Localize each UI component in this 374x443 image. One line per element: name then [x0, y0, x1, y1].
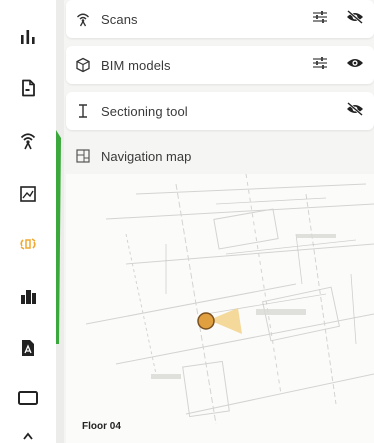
image-icon — [20, 186, 36, 202]
rectangle-icon — [18, 391, 38, 405]
bar-chart-icon — [21, 30, 35, 44]
layer-label-sectioning-tool: Sectioning tool — [101, 103, 188, 119]
filter-settings-icon[interactable] — [312, 10, 328, 29]
eye-off-icon[interactable] — [346, 9, 364, 29]
scan-signal-icon — [20, 133, 36, 150]
layer-row-sectioning-tool[interactable]: Sectioning tool — [66, 92, 374, 130]
navigation-map[interactable] — [66, 174, 374, 443]
pdf-file-icon — [22, 340, 34, 356]
layer-row-bim-models[interactable]: BIM models — [66, 46, 374, 84]
text-cursor-icon — [75, 103, 91, 119]
more-button[interactable] — [0, 428, 56, 443]
buildings-button[interactable] — [0, 278, 56, 314]
layer-label-bim-models: BIM models — [101, 57, 171, 73]
progress-indicator — [56, 130, 61, 344]
chevron-up-icon — [23, 432, 33, 440]
analytics-button[interactable] — [0, 18, 56, 54]
navigation-map-header[interactable]: Navigation map — [66, 140, 374, 172]
frame-button[interactable] — [0, 380, 56, 416]
pdf-button[interactable] — [0, 330, 56, 366]
document-icon — [22, 79, 35, 97]
rotate-3d-icon — [20, 238, 36, 250]
viewer-3d-button[interactable] — [0, 226, 56, 262]
cube-icon — [75, 57, 91, 73]
navigation-map-title: Navigation map — [101, 148, 192, 164]
layer-row-scans[interactable]: Scans — [66, 0, 374, 38]
images-button[interactable] — [0, 176, 56, 212]
floor-plan — [85, 174, 374, 425]
left-toolbar — [0, 0, 56, 443]
map-icon — [75, 148, 91, 164]
floor-label: Floor 04 — [82, 421, 121, 432]
layer-label-scans: Scans — [101, 11, 138, 27]
eye-off-icon[interactable] — [346, 101, 364, 121]
documents-button[interactable] — [0, 70, 56, 106]
eye-icon[interactable] — [346, 56, 364, 75]
filter-settings-icon[interactable] — [312, 56, 328, 75]
scan-signal-icon — [75, 11, 91, 27]
buildings-icon — [21, 290, 36, 304]
scans-button[interactable] — [0, 122, 56, 158]
